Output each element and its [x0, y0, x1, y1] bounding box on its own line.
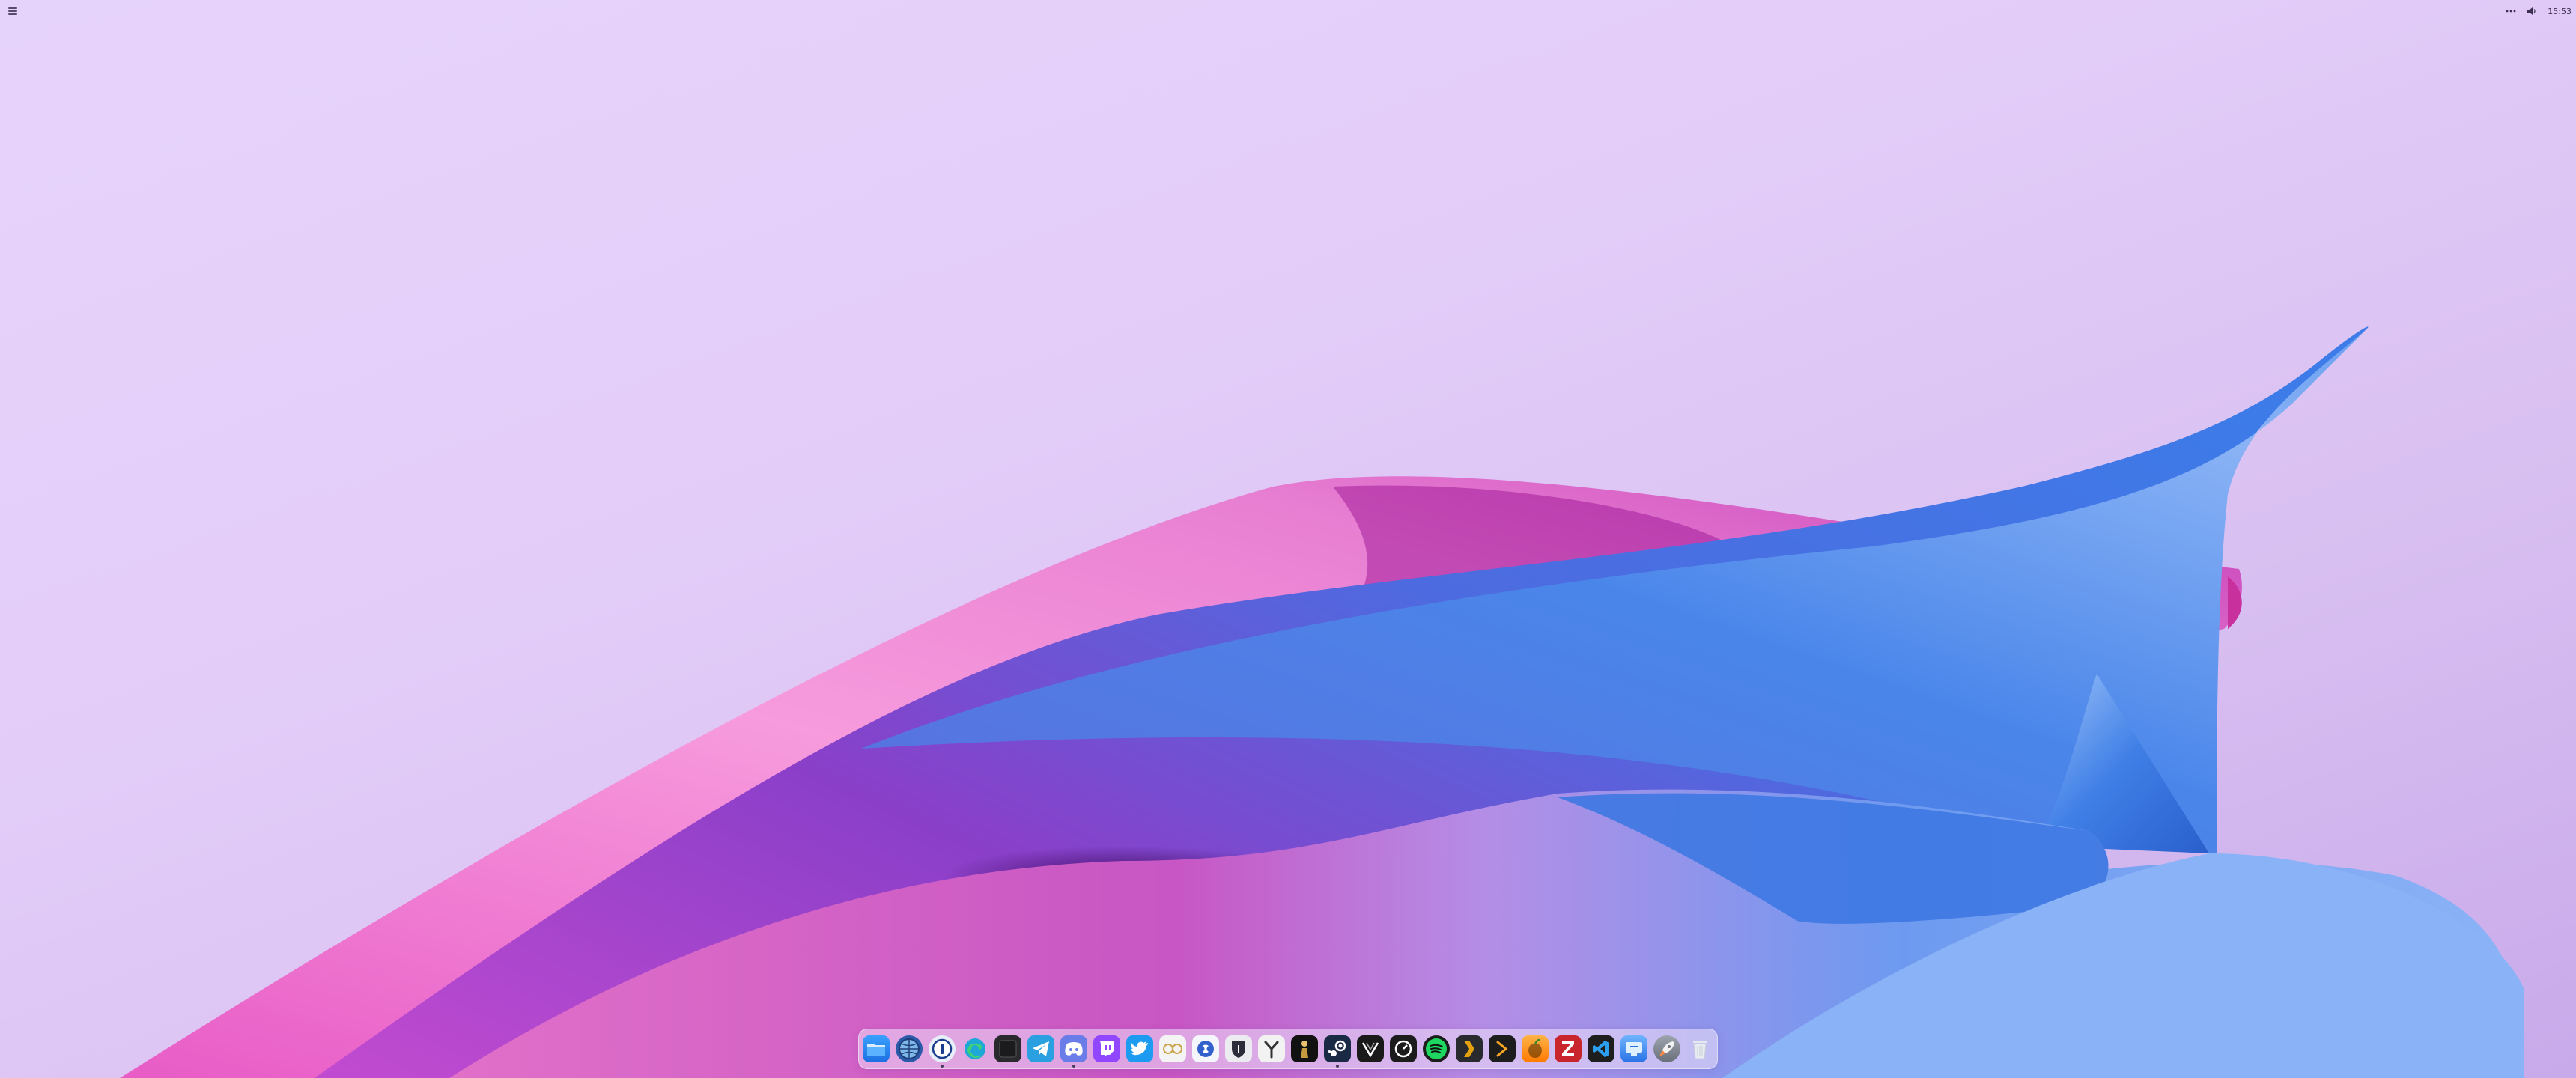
dock-item-fork[interactable]: [1258, 1035, 1285, 1062]
rocket-icon: [1659, 1041, 1674, 1056]
dock-item-vscode[interactable]: [1588, 1035, 1614, 1062]
edge-browser-icon: [965, 1038, 985, 1059]
folder-icon: [867, 1044, 885, 1056]
dock-item-plex[interactable]: [1456, 1035, 1483, 1062]
dock-item-game-launcher[interactable]: [1291, 1035, 1318, 1062]
dock: [858, 1029, 1718, 1069]
telegram-icon: [1033, 1041, 1049, 1056]
dock-item-prompt[interactable]: [1489, 1035, 1516, 1062]
dock-item-filezilla[interactable]: [1555, 1035, 1582, 1062]
running-indicator: [1072, 1065, 1075, 1068]
running-indicator: [941, 1065, 944, 1068]
dock-item-simplenote[interactable]: [1192, 1035, 1219, 1062]
dock-item-launchpad[interactable]: [1653, 1035, 1680, 1062]
vector-v-icon: [1361, 1042, 1379, 1057]
dock-item-spotify[interactable]: [1423, 1035, 1450, 1062]
wallpaper-fabric-waves: [120, 326, 2524, 1078]
filezilla-icon: [1562, 1041, 1574, 1056]
dock-item-1password[interactable]: [929, 1035, 956, 1068]
dock-item-speedometer[interactable]: [1390, 1035, 1417, 1062]
password-key-icon: [932, 1038, 953, 1059]
twitch-icon: [1100, 1041, 1114, 1057]
terminal-icon: [999, 1040, 1017, 1058]
twitter-bird-icon: [1131, 1041, 1148, 1056]
prompt-chevron-icon: [1496, 1041, 1508, 1057]
dock-item-bitwarden[interactable]: [1225, 1035, 1252, 1062]
discord-icon: [1065, 1042, 1083, 1056]
globe-browser-icon: [899, 1038, 920, 1059]
more-dots-icon[interactable]: [2506, 4, 2516, 19]
dock-item-twitch[interactable]: [1093, 1035, 1120, 1062]
screen-share-icon: [1626, 1042, 1642, 1056]
desktop: 15:53: [0, 0, 2576, 1078]
fruit-icon: [1528, 1038, 1542, 1058]
dock-item-edge[interactable]: [962, 1035, 988, 1062]
steam-icon: [1328, 1040, 1346, 1056]
dock-item-trash[interactable]: [1686, 1035, 1713, 1062]
shield-number-icon: [1232, 1041, 1245, 1058]
dock-item-twitter[interactable]: [1126, 1035, 1153, 1062]
running-indicator: [1336, 1065, 1339, 1068]
status-area: 15:53: [2506, 3, 2572, 19]
trash-icon: [1693, 1041, 1707, 1059]
dock-item-screen-sharing[interactable]: [1620, 1035, 1647, 1062]
hamburger-menu-icon[interactable]: [6, 4, 19, 16]
dock-item-discord[interactable]: [1060, 1035, 1087, 1068]
glasses-icon: [1163, 1044, 1182, 1054]
spotify-icon: [1426, 1038, 1447, 1059]
simplenote-icon: [1197, 1041, 1214, 1057]
character-icon: [1301, 1041, 1308, 1058]
speaker-icon[interactable]: [2527, 4, 2537, 19]
dock-item-vectorize[interactable]: [1357, 1035, 1384, 1062]
gauge-icon: [1394, 1040, 1412, 1058]
dock-item-web-browser[interactable]: [896, 1035, 923, 1062]
clock[interactable]: 15:53: [2548, 4, 2572, 19]
dock-item-finder[interactable]: [863, 1035, 890, 1062]
dock-item-steam[interactable]: [1324, 1035, 1351, 1068]
dock-item-telegram[interactable]: [1027, 1035, 1054, 1062]
fork-icon: [1264, 1041, 1279, 1059]
dock-item-fl-studio[interactable]: [1522, 1035, 1549, 1062]
vscode-icon: [1593, 1041, 1609, 1057]
dock-item-terminal[interactable]: [994, 1035, 1021, 1062]
plex-chevron-icon: [1464, 1041, 1474, 1057]
dock-item-glasses-app[interactable]: [1159, 1035, 1186, 1062]
